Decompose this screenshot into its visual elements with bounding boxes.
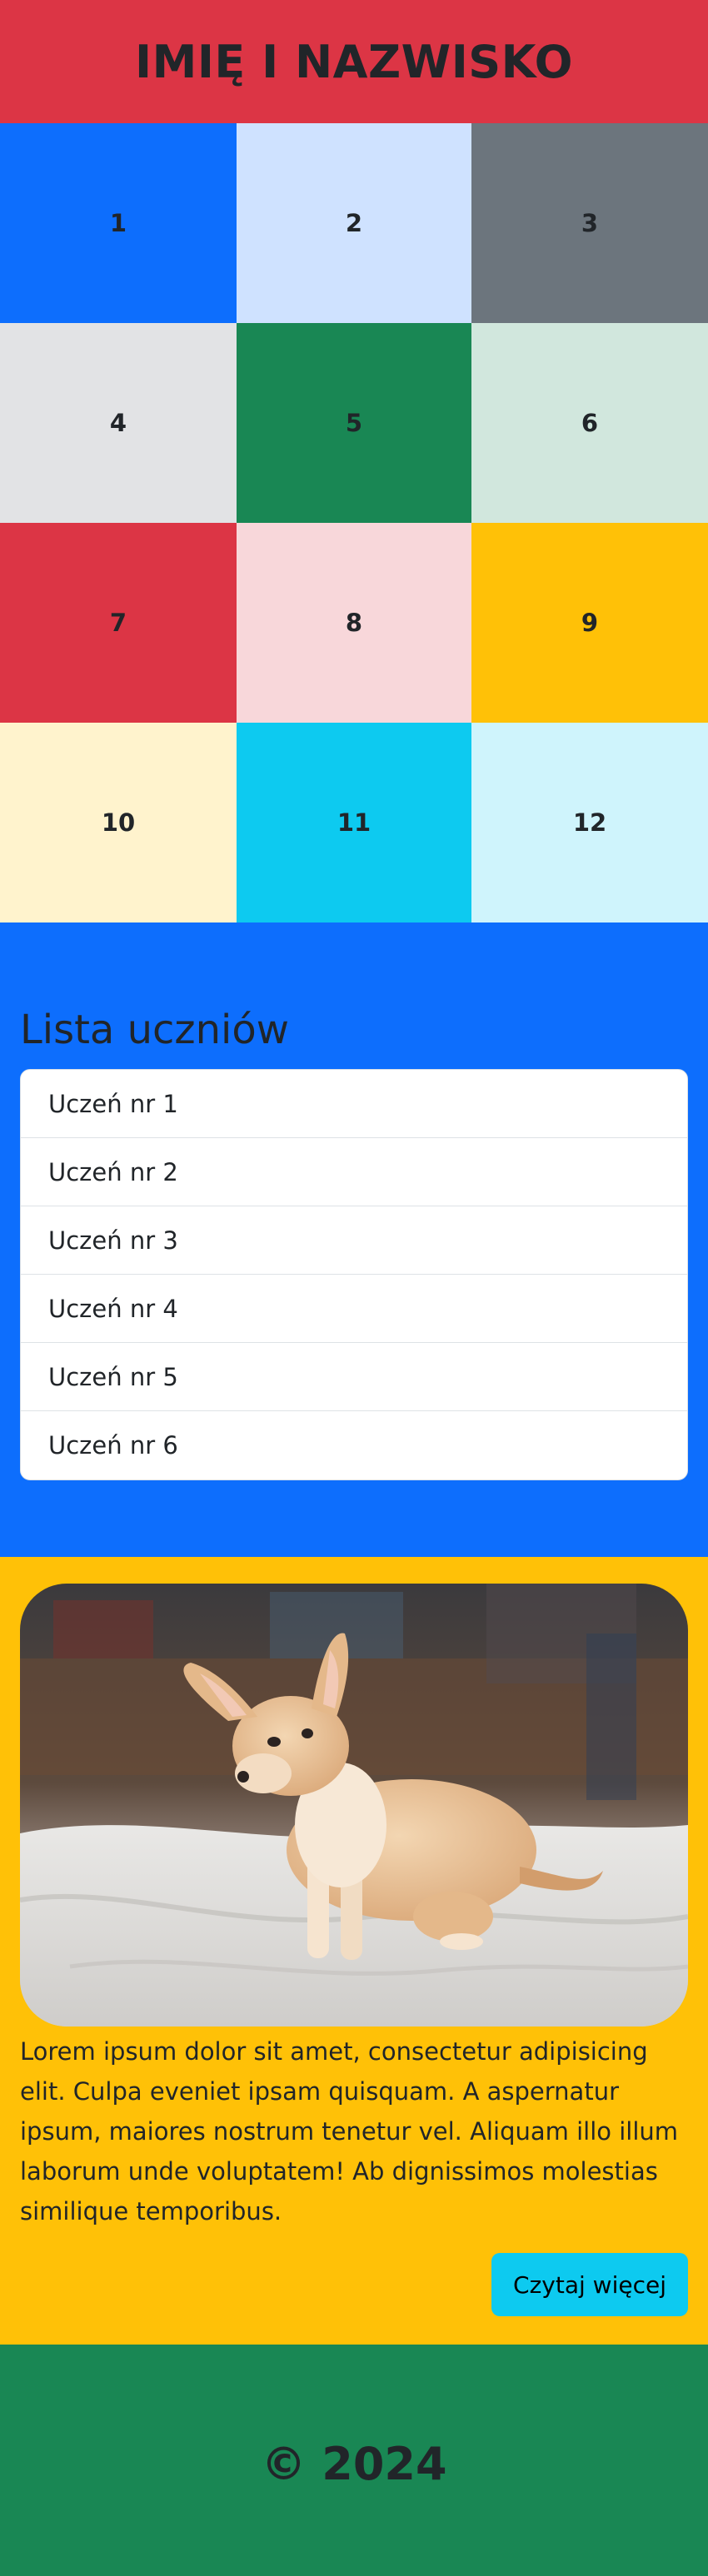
- list-item: Uczeń nr 5: [21, 1343, 687, 1411]
- grid-cell-8: 8: [237, 523, 471, 723]
- card-text: Lorem ipsum dolor sit amet, consectetur …: [20, 2037, 679, 2225]
- color-grid: 1 2 3 4 5 6 7 8 9 10 11 12: [0, 123, 708, 922]
- list-item: Uczeń nr 6: [48, 1431, 178, 1460]
- grid-cell-1: 1: [0, 123, 237, 323]
- grid-cell-4: 4: [0, 323, 237, 523]
- dog-photo: [20, 1584, 688, 2026]
- list-item: Uczeń nr 4: [21, 1275, 687, 1343]
- button-row: Czytaj więcej: [20, 2253, 688, 2316]
- list-item: Uczeń nr 3: [21, 1206, 687, 1275]
- students-heading: Lista uczniów: [20, 1007, 289, 1053]
- grid-cell-11: 11: [237, 723, 471, 922]
- list-item: Uczeń nr 2: [21, 1138, 687, 1206]
- students-section: Lista uczniów Uczeń nr 1 Uczeń nr 2 Ucze…: [0, 922, 708, 1557]
- grid-cell-7: 7: [0, 523, 237, 723]
- read-more-button[interactable]: Czytaj więcej: [491, 2253, 688, 2316]
- grid-cell-6: 6: [471, 323, 708, 523]
- grid-cell-3: 3: [471, 123, 708, 323]
- grid-cell-2: 2: [237, 123, 471, 323]
- page-title: IMIĘ I NAZWISKO: [134, 35, 573, 88]
- page-footer: © 2024: [0, 2345, 708, 2576]
- page-header: IMIĘ I NAZWISKO: [0, 0, 708, 123]
- grid-cell-5: 5: [237, 323, 471, 523]
- students-list: Uczeń nr 1 Uczeń nr 2 Uczeń nr 3 Uczeń n…: [20, 1069, 688, 1480]
- grid-cell-12: 12: [471, 723, 708, 922]
- grid-cell-9: 9: [471, 523, 708, 723]
- grid-cell-10: 10: [0, 723, 237, 922]
- list-item: Uczeń nr 1: [21, 1070, 687, 1138]
- card-section: Lorem ipsum dolor sit amet, consectetur …: [0, 1557, 708, 2345]
- chihuahua-image: [20, 1584, 688, 2026]
- copyright-text: © 2024: [261, 2437, 447, 2490]
